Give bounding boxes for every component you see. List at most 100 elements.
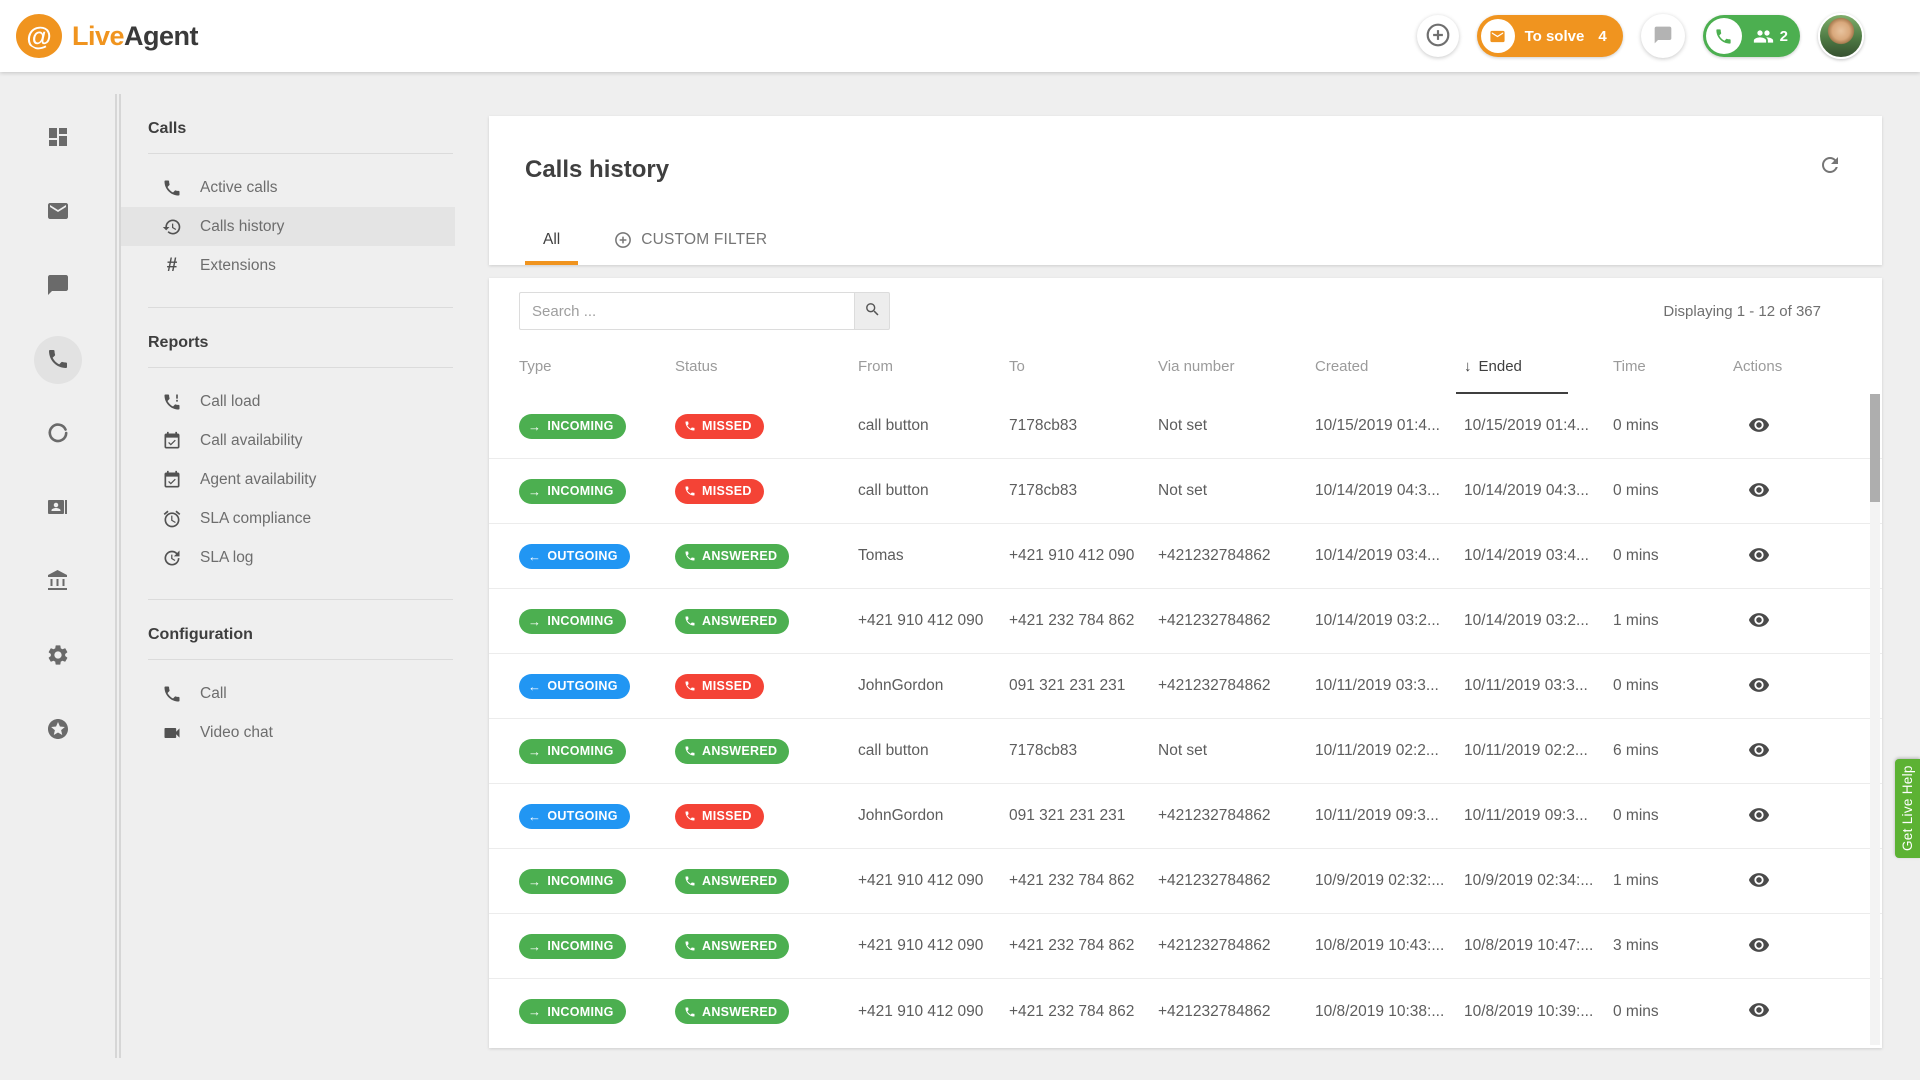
rail-item-contacts[interactable] (34, 484, 82, 532)
sidebar-item-agent-availability[interactable]: Agent availability (121, 460, 455, 499)
rail-item-loop[interactable] (34, 410, 82, 458)
view-call-button[interactable] (1745, 932, 1773, 960)
table-row: →INCOMINGANSWERED+421 910 412 090+421 23… (489, 914, 1882, 979)
logo-text: LiveAgent (72, 21, 198, 52)
sidebar-item-call[interactable]: Call (121, 674, 455, 713)
table-toolbar: Displaying 1 - 12 of 367 (489, 278, 1882, 338)
logo-bubble-icon: @ (16, 14, 62, 58)
view-call-button[interactable] (1745, 672, 1773, 700)
from-cell: Tomas (858, 547, 1009, 565)
created-cell: 10/14/2019 03:4... (1315, 547, 1464, 565)
column-header-via-number[interactable]: Via number (1158, 338, 1315, 394)
sidebar-item-extensions[interactable]: #Extensions (121, 246, 455, 285)
phone-icon (684, 810, 696, 822)
divider (148, 153, 453, 154)
type-badge: →INCOMING (519, 869, 626, 894)
to-cell: +421 232 784 862 (1009, 612, 1158, 630)
column-header-type[interactable]: Type (519, 338, 675, 394)
table-scrollbar-thumb[interactable] (1870, 394, 1880, 502)
eye-icon (1748, 804, 1770, 829)
eye-icon (1748, 739, 1770, 764)
rail-item-dashboard[interactable] (34, 114, 82, 162)
settings-icon (46, 643, 70, 670)
time-cell: 0 mins (1613, 417, 1733, 435)
rail-item-star[interactable] (34, 706, 82, 754)
refresh-button[interactable] (1816, 152, 1844, 180)
column-header-from[interactable]: From (858, 338, 1009, 394)
logo-text-agent: Agent (124, 21, 198, 51)
rail-item-settings[interactable] (34, 632, 82, 680)
view-call-button[interactable] (1745, 477, 1773, 505)
status-badge: ANSWERED (675, 544, 789, 569)
column-header-time[interactable]: Time (1613, 338, 1733, 394)
eye-icon (1748, 999, 1770, 1024)
time-cell: 6 mins (1613, 742, 1733, 760)
nav-section-title: Calls (121, 120, 455, 138)
table-row: ←OUTGOINGANSWEREDTomas+421 910 412 090+4… (489, 524, 1882, 589)
tab-custom-filter[interactable]: CUSTOM FILTER (614, 219, 767, 265)
created-cell: 10/14/2019 03:2... (1315, 612, 1464, 630)
from-cell: call button (858, 417, 1009, 435)
sidebar-item-call-availability[interactable]: Call availability (121, 421, 455, 460)
status-badge: ANSWERED (675, 869, 789, 894)
get-live-help-tab[interactable]: Get Live Help (1895, 759, 1920, 858)
to-solve-button[interactable]: To solve 4 (1477, 15, 1623, 57)
view-call-button[interactable] (1745, 607, 1773, 635)
time-cell: 0 mins (1613, 547, 1733, 565)
phone-icon (1706, 18, 1742, 54)
view-call-button[interactable] (1745, 737, 1773, 765)
phone-icon (46, 347, 70, 374)
sidebar-item-call-load[interactable]: Call load (121, 382, 455, 421)
column-header-ended[interactable]: ↓Ended (1464, 338, 1613, 394)
sidebar-item-label: SLA compliance (200, 510, 311, 528)
column-header-created[interactable]: Created (1315, 338, 1464, 394)
plus-circle-icon (614, 231, 632, 249)
via-number-cell: Not set (1158, 742, 1315, 760)
status-badge: MISSED (675, 804, 764, 829)
sidebar-item-sla-log[interactable]: SLA log (121, 538, 455, 577)
alarm-icon (161, 509, 183, 529)
sidebar-item-video-chat[interactable]: Video chat (121, 713, 455, 752)
tab-label: CUSTOM FILTER (641, 231, 767, 249)
tab-all[interactable]: All (525, 219, 578, 265)
column-label: Ended (1479, 358, 1522, 375)
add-new-button[interactable] (1417, 15, 1459, 57)
rail-item-chat[interactable] (34, 262, 82, 310)
view-call-button[interactable] (1745, 802, 1773, 830)
sidebar-item-active-calls[interactable]: Active calls (121, 168, 455, 207)
via-number-cell: +421232784862 (1158, 547, 1315, 565)
column-header-status[interactable]: Status (675, 338, 858, 394)
chats-button[interactable] (1641, 14, 1685, 58)
view-call-button[interactable] (1745, 998, 1773, 1026)
rail-item-bank[interactable] (34, 558, 82, 606)
view-call-button[interactable] (1745, 412, 1773, 440)
column-header-actions[interactable]: Actions (1733, 338, 1882, 394)
search-input[interactable] (519, 292, 854, 330)
search-button[interactable] (854, 292, 890, 330)
search-box (519, 292, 890, 330)
type-badge: →INCOMING (519, 934, 626, 959)
rail-item-mail[interactable] (34, 188, 82, 236)
via-number-cell: +421232784862 (1158, 937, 1315, 955)
video-icon (161, 723, 183, 743)
created-cell: 10/9/2019 02:32:... (1315, 872, 1464, 890)
mail-icon (46, 199, 70, 226)
user-avatar[interactable] (1818, 13, 1864, 59)
sidebar-item-sla-compliance[interactable]: SLA compliance (121, 499, 455, 538)
view-call-button[interactable] (1745, 867, 1773, 895)
sidebar-item-calls-history[interactable]: Calls history (121, 207, 455, 246)
via-number-cell: +421232784862 (1158, 872, 1315, 890)
view-call-button[interactable] (1745, 542, 1773, 570)
liveagent-logo[interactable]: @ LiveAgent (16, 14, 198, 58)
column-header-to[interactable]: To (1009, 338, 1158, 394)
from-cell: +421 910 412 090 (858, 872, 1009, 890)
rail-item-phone[interactable] (34, 336, 82, 384)
table-body: →INCOMINGMISSEDcall button7178cb83Not se… (489, 394, 1882, 1044)
arrow-right-icon: → (528, 615, 541, 628)
phone-icon (684, 485, 696, 497)
phone-status-button[interactable]: 2 (1703, 15, 1800, 57)
via-number-cell: Not set (1158, 417, 1315, 435)
ended-cell: 10/11/2019 02:2... (1464, 742, 1613, 760)
created-cell: 10/14/2019 04:3... (1315, 482, 1464, 500)
contacts-icon (46, 495, 70, 522)
